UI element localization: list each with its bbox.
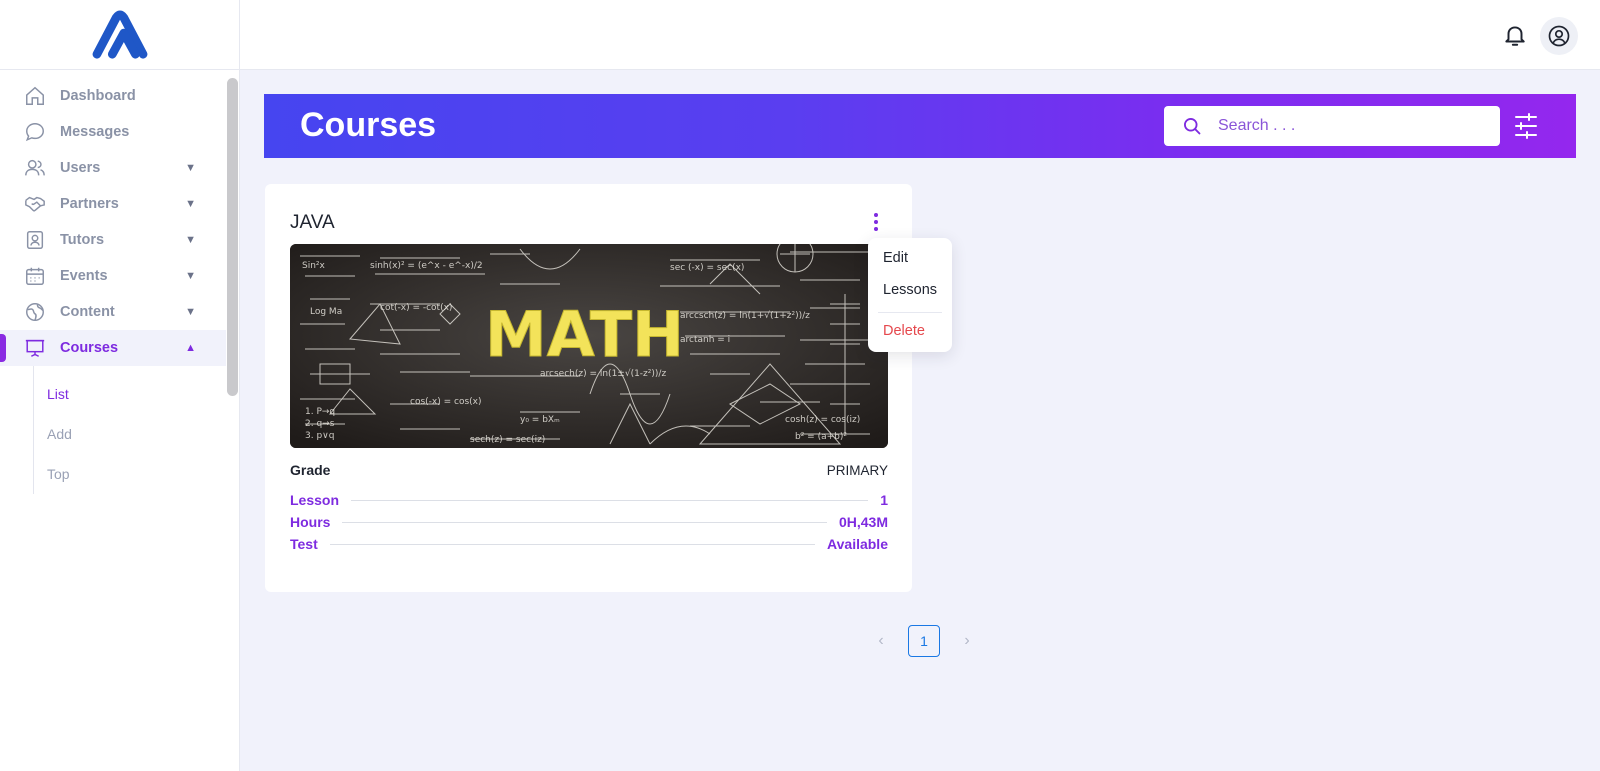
test-row: Test Available — [290, 536, 888, 552]
divider — [329, 543, 816, 545]
svg-text:sec (-x) = sec(x): sec (-x) = sec(x) — [670, 263, 744, 273]
menu-item-delete[interactable]: Delete — [883, 323, 925, 339]
chevron-down-icon[interactable]: ▼ — [185, 306, 196, 318]
handshake-icon — [24, 193, 46, 215]
chat-bubble-icon — [24, 121, 46, 143]
menu-item-edit[interactable]: Edit — [883, 250, 908, 266]
divider — [351, 499, 869, 501]
courses-subnav: List Add Top — [33, 366, 226, 494]
course-thumbnail[interactable]: Sin²x sinh(x)² = (e^x - e^-x)/2 sec (-x)… — [290, 244, 888, 448]
search-icon — [1184, 118, 1201, 135]
topbar — [240, 0, 1600, 70]
sidebar-item-label: Courses — [60, 340, 119, 356]
svg-text:sinh(x)² = (e^x - e^-x)/2: sinh(x)² = (e^x - e^-x)/2 — [370, 261, 483, 271]
chevron-right-icon[interactable]: › — [956, 630, 978, 652]
globe-icon — [24, 301, 46, 323]
page-button-current[interactable]: 1 — [908, 625, 940, 657]
grade-label: Grade — [290, 462, 331, 478]
sidebar-item-courses[interactable]: Courses ▲ — [0, 330, 226, 366]
home-icon — [24, 85, 46, 107]
svg-text:cosh(z) = cos(iz): cosh(z) = cos(iz) — [785, 415, 860, 425]
course-card: JAVA Sin²x sinh(x)² = (e^x - e^-x)/2 sec… — [265, 184, 912, 592]
sidebar-scrollbar[interactable] — [227, 78, 238, 396]
lesson-label: Lesson — [290, 492, 340, 508]
subnav-item-top[interactable]: Top — [47, 454, 226, 494]
grade-value: PRIMARY — [826, 462, 888, 478]
svg-text:cos(-x) = cos(x): cos(-x) = cos(x) — [410, 397, 482, 407]
sidebar-item-label: Tutors — [60, 232, 105, 248]
page-banner: Courses — [264, 94, 1576, 158]
search-box[interactable] — [1164, 106, 1500, 146]
svg-text:Log Ma: Log Ma — [310, 307, 342, 317]
svg-text:sech(z) = sec(iz): sech(z) = sec(iz) — [470, 435, 545, 445]
chevron-down-icon[interactable]: ▼ — [185, 198, 196, 210]
svg-text:cot(-x) = -cot(x): cot(-x) = -cot(x) — [380, 303, 452, 313]
sidebar-item-label: Users — [60, 160, 101, 176]
logo-area — [0, 0, 239, 70]
course-options-menu: Edit Lessons Delete — [868, 238, 952, 352]
sidebar-nav: Dashboard Messages Users ▼ Partners ▼ Tu… — [0, 78, 226, 494]
hours-value: 0H,43M — [838, 514, 888, 530]
chevron-down-icon[interactable]: ▼ — [185, 234, 196, 246]
chevron-down-icon[interactable]: ▼ — [185, 162, 196, 174]
svg-text:2. q→s: 2. q→s — [305, 419, 335, 429]
test-value: Available — [827, 536, 888, 552]
subnav-item-list[interactable]: List — [47, 374, 226, 414]
hours-row: Hours 0H,43M — [290, 514, 888, 530]
app-logo[interactable] — [91, 10, 149, 60]
sidebar-item-partners[interactable]: Partners ▼ — [0, 186, 226, 222]
divider — [342, 521, 827, 523]
more-options-icon[interactable] — [869, 210, 883, 234]
lesson-row: Lesson 1 — [290, 492, 888, 508]
svg-text:b² = (a+b)²: b² = (a+b)² — [795, 432, 847, 442]
svg-text:y₀ = bXₘ: y₀ = bXₘ — [520, 415, 560, 425]
sidebar-item-users[interactable]: Users ▼ — [0, 150, 226, 186]
svg-text:arctanh = i: arctanh = i — [680, 335, 730, 345]
svg-text:1. P→q: 1. P→q — [305, 407, 335, 417]
menu-item-lessons[interactable]: Lessons — [883, 282, 937, 298]
sidebar-item-dashboard[interactable]: Dashboard — [0, 78, 226, 114]
sidebar: Dashboard Messages Users ▼ Partners ▼ Tu… — [0, 0, 240, 771]
menu-divider — [878, 312, 942, 313]
hours-label: Hours — [290, 514, 331, 530]
sidebar-item-events[interactable]: Events ▼ — [0, 258, 226, 294]
sidebar-item-label: Dashboard — [60, 88, 136, 104]
presentation-icon — [24, 337, 46, 359]
sidebar-item-label: Content — [60, 304, 115, 320]
pagination: ‹ 1 › — [870, 625, 978, 657]
sidebar-item-label: Partners — [60, 196, 119, 212]
users-icon — [24, 157, 46, 179]
svg-text:arccsch(z) = ln(1+√(1+z²))/z: arccsch(z) = ln(1+√(1+z²))/z — [680, 310, 810, 321]
calendar-icon — [24, 265, 46, 287]
sidebar-item-label: Messages — [60, 124, 130, 140]
thumbnail-title: MATH — [485, 298, 684, 371]
search-input[interactable] — [1218, 117, 1478, 135]
user-circle-icon[interactable] — [1540, 17, 1578, 55]
bell-icon[interactable] — [1502, 22, 1528, 48]
svg-text:Sin²x: Sin²x — [302, 261, 326, 271]
sidebar-item-tutors[interactable]: Tutors ▼ — [0, 222, 226, 258]
lesson-value: 1 — [880, 492, 888, 508]
sidebar-item-content[interactable]: Content ▼ — [0, 294, 226, 330]
subnav-item-add[interactable]: Add — [47, 414, 226, 454]
grade-row: Grade PRIMARY — [290, 462, 888, 478]
test-label: Test — [290, 536, 318, 552]
chevron-left-icon[interactable]: ‹ — [870, 630, 892, 652]
sliders-icon[interactable] — [1514, 112, 1538, 140]
id-badge-icon — [24, 229, 46, 251]
sidebar-item-label: Events — [60, 268, 108, 284]
svg-text:3. p∨q: 3. p∨q — [305, 431, 334, 441]
chevron-down-icon[interactable]: ▼ — [185, 270, 196, 282]
page-title: Courses — [300, 106, 437, 144]
chevron-up-icon[interactable]: ▲ — [185, 342, 196, 354]
sidebar-item-messages[interactable]: Messages — [0, 114, 226, 150]
course-title: JAVA — [290, 212, 335, 233]
